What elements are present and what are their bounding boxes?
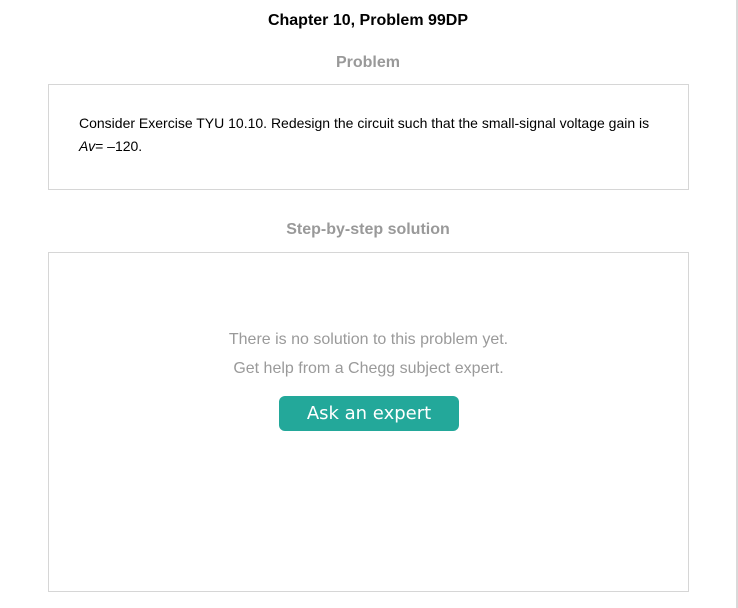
problem-text: Consider Exercise TYU 10.10. Redesign th…: [79, 112, 668, 158]
page-title: Chapter 10, Problem 99DP: [267, 12, 469, 29]
problem-statement: Consider Exercise TYU 10.10. Redesign th…: [79, 115, 650, 131]
problem-box: Consider Exercise TYU 10.10. Redesign th…: [48, 84, 689, 190]
ask-an-expert-button[interactable]: Ask an expert: [279, 396, 459, 431]
solution-box: There is no solution to this problem yet…: [48, 252, 689, 592]
gain-symbol: Av: [79, 138, 96, 154]
solution-heading: Step-by-step solution: [286, 221, 450, 238]
gain-value: = –120.: [95, 138, 143, 154]
expert-help-message: Get help from a Chegg subject expert.: [233, 360, 504, 377]
no-solution-message: There is no solution to this problem yet…: [228, 331, 509, 348]
problem-heading: Problem: [335, 54, 400, 71]
